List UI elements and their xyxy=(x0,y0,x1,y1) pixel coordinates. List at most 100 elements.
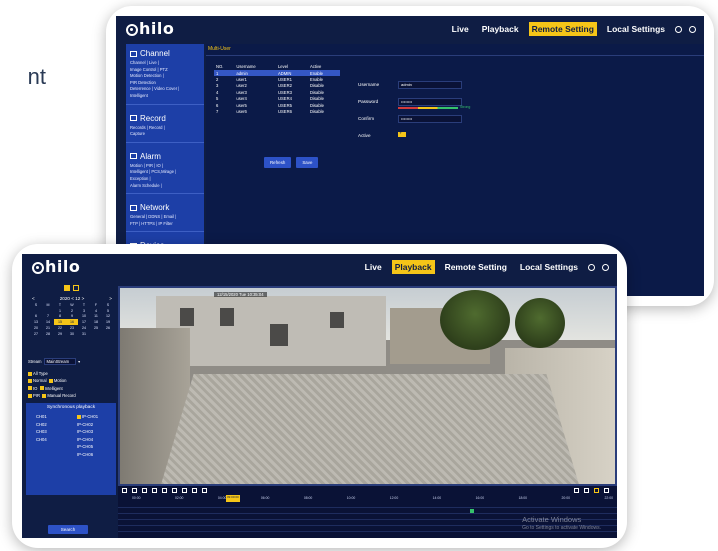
power-icon[interactable] xyxy=(689,25,696,33)
sidebar-link[interactable]: General | DDNS | Email | xyxy=(130,214,200,221)
sidebar-link[interactable]: Intelligent | PCS,Mirage | xyxy=(130,169,200,176)
calendar-grid: SMTWTFS 1 2 3 4 5 6 7 8 9 10 11 12 13 14 15 16 17 18 19 20 2… xyxy=(30,302,114,337)
sidebar-links-alarm[interactable]: Motion | PIR | IO | Intelligent | PCS,Mi… xyxy=(126,163,204,189)
channel-item[interactable]: IP-CH02 xyxy=(77,421,98,429)
playback-video[interactable]: 12/15/2020 Tue 10:35:04 xyxy=(118,286,617,486)
sidebar-section-network[interactable]: Network xyxy=(126,198,204,214)
checkbox-icon[interactable] xyxy=(39,386,44,391)
playback-timeline[interactable]: 00:00 02:00 04:00 06:00 08:00 10:00 12:00 14:00… xyxy=(118,495,617,538)
video-window xyxy=(330,312,344,328)
sidebar-link[interactable]: Motion | PIR | IO | xyxy=(130,163,200,170)
snapshot-icon[interactable] xyxy=(162,488,167,493)
cell: user6 xyxy=(236,109,247,115)
nav-live[interactable]: Live xyxy=(362,260,385,274)
channel-item[interactable]: CH01 xyxy=(36,413,47,421)
nav-playback[interactable]: Playback xyxy=(391,260,435,274)
confirm-field[interactable]: •••••••• xyxy=(398,115,462,123)
power-icon[interactable] xyxy=(602,263,609,271)
filter-all-type[interactable]: All Type xyxy=(28,370,76,377)
clip-icon[interactable] xyxy=(182,488,187,493)
channel-item[interactable]: IP-CH01 xyxy=(77,413,98,421)
channel-item[interactable]: IP-CH03 xyxy=(77,428,98,436)
section-title: Alarm xyxy=(140,151,161,161)
sidebar-link[interactable]: Exception | xyxy=(130,176,200,183)
sidebar-link[interactable]: Motion Detection | xyxy=(130,73,200,80)
filter-label: All Type xyxy=(33,371,48,376)
info-icon[interactable] xyxy=(675,25,682,33)
username-field[interactable]: admin xyxy=(398,81,462,89)
sidebar-link[interactable]: Deterrence | Video Cover | xyxy=(130,86,200,93)
refresh-button[interactable]: Refresh xyxy=(264,157,292,168)
sidebar-link[interactable]: Channel | Live | xyxy=(130,60,200,67)
calendar-month[interactable]: 12 xyxy=(75,296,80,301)
calendar-days: 1 2 3 4 5 6 7 8 9 10 11 12 13 14 15 16 17 18 19 20 21 22 23 24 2… xyxy=(30,308,114,337)
divider xyxy=(126,193,204,195)
nav-local-settings[interactable]: Local Settings xyxy=(604,22,668,36)
image-icon[interactable] xyxy=(73,285,79,291)
sidebar-links-record[interactable]: Records | Record | Capture xyxy=(126,125,204,138)
tab-multi-user[interactable]: Multi-User xyxy=(208,44,231,52)
nav-remote-setting[interactable]: Remote Setting xyxy=(528,22,597,36)
channel-item[interactable]: CH02 xyxy=(36,421,47,429)
checkbox-icon[interactable] xyxy=(28,378,32,383)
sidebar-links-channel[interactable]: Channel | Live | Image Control | PTZ Mot… xyxy=(126,60,204,100)
layout-icon[interactable] xyxy=(584,488,589,493)
checkbox-icon[interactable] xyxy=(48,378,53,383)
checkbox-icon[interactable] xyxy=(28,386,32,391)
save-button[interactable]: Save xyxy=(296,157,319,168)
next-month-icon[interactable]: > xyxy=(109,296,112,301)
checkbox-icon[interactable] xyxy=(42,393,47,398)
calendar-day[interactable]: 27 xyxy=(30,331,42,337)
sidebar-section-record[interactable]: Record xyxy=(126,109,204,125)
channel-item[interactable]: CH04 xyxy=(36,436,47,444)
channel-item[interactable]: IP-CH06 xyxy=(77,451,98,459)
channel-item[interactable]: CH03 xyxy=(36,428,47,436)
time-tick-label: 20:00 xyxy=(561,496,571,500)
timeline-cursor[interactable]: 09:00:00 xyxy=(226,495,240,502)
nav-playback[interactable]: Playback xyxy=(479,22,522,36)
stream-select[interactable]: MainStream xyxy=(43,358,77,365)
nav-remote-setting[interactable]: Remote Setting xyxy=(442,260,510,274)
zoom-icon[interactable] xyxy=(192,488,197,493)
stop-icon[interactable] xyxy=(132,488,137,493)
zoom-in-icon[interactable] xyxy=(574,488,579,493)
sidebar-section-channel[interactable]: Channel xyxy=(126,44,204,60)
nav-live[interactable]: Live xyxy=(449,22,472,36)
calendar-day[interactable]: 29 xyxy=(54,331,66,337)
info-icon[interactable] xyxy=(588,263,595,271)
volume-icon[interactable] xyxy=(202,488,207,493)
sidebar-link[interactable]: Records | Record | xyxy=(130,125,200,132)
sidebar-section-alarm[interactable]: Alarm xyxy=(126,147,204,163)
checkbox-icon[interactable] xyxy=(28,393,32,398)
sidebar-link[interactable]: Alarm Schedule | xyxy=(130,183,200,190)
nav-local-settings[interactable]: Local Settings xyxy=(517,260,581,274)
layout-active-icon[interactable] xyxy=(594,488,599,493)
sidebar-link[interactable]: PIR Detection xyxy=(130,80,200,87)
prev-month-icon[interactable]: < xyxy=(32,296,35,301)
sidebar-links-network[interactable]: General | DDNS | Email | FTP | HTTPS | I… xyxy=(126,214,204,227)
calendar-day[interactable]: 28 xyxy=(42,331,54,337)
calendar-day[interactable]: 30 xyxy=(66,331,78,337)
slow-icon[interactable] xyxy=(142,488,147,493)
download-icon[interactable] xyxy=(172,488,177,493)
sidebar-link[interactable]: Image Control | PTZ xyxy=(130,67,200,74)
channel-item[interactable]: IP-CH05 xyxy=(77,443,98,451)
sidebar-link[interactable]: Intelligent xyxy=(130,93,200,100)
video-window xyxy=(180,308,194,326)
channel-item[interactable]: IP-CH04 xyxy=(77,436,98,444)
fast-icon[interactable] xyxy=(152,488,157,493)
sidebar-link[interactable]: Capture xyxy=(130,131,200,138)
active-checkbox[interactable] xyxy=(398,130,406,137)
pause-icon[interactable] xyxy=(122,488,127,493)
search-button[interactable]: Search xyxy=(48,525,88,534)
fullscreen-icon[interactable] xyxy=(604,488,609,493)
checkbox-icon[interactable] xyxy=(77,414,81,419)
calendar-year[interactable]: 2020 xyxy=(60,296,70,301)
sidebar-link[interactable]: FTP | HTTPS | IP Filter xyxy=(130,221,200,228)
calendar-icon[interactable] xyxy=(64,285,70,291)
calendar-day[interactable]: 31 xyxy=(78,331,90,337)
divider xyxy=(126,141,204,143)
chevron-down-icon[interactable]: ▾ xyxy=(78,359,80,364)
password-field[interactable]: •••••••• xyxy=(398,98,462,106)
table-row[interactable]: 7 user6 USER6 Disable xyxy=(214,108,340,114)
